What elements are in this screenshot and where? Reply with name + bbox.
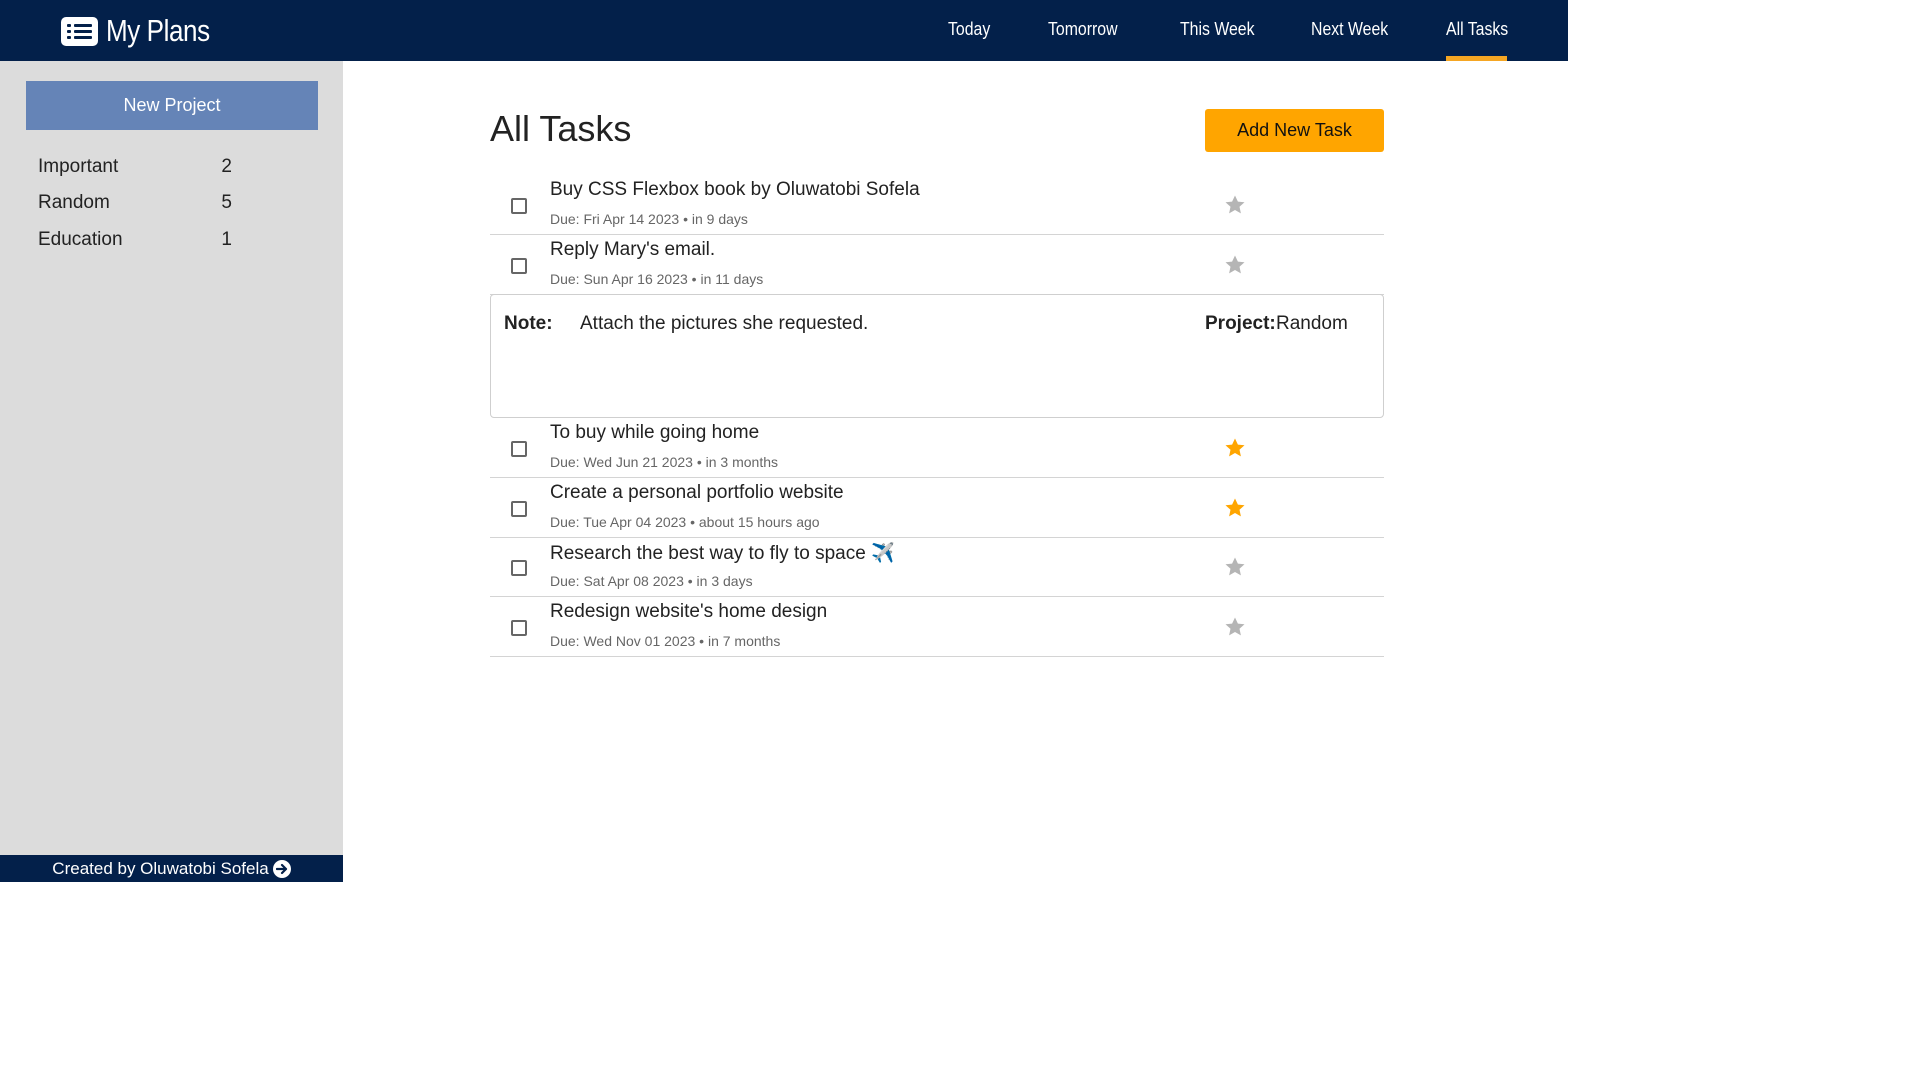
- task-row[interactable]: Buy CSS Flexbox book by Oluwatobi Sofela…: [490, 175, 1384, 235]
- task-row[interactable]: Create a personal portfolio website Due: …: [490, 478, 1384, 538]
- sidebar-item-important[interactable]: Important 2: [38, 156, 238, 182]
- task-row[interactable]: To buy while going home Due: Wed Jun 21 2…: [490, 418, 1384, 478]
- task-title[interactable]: Create a personal portfolio website: [550, 482, 844, 504]
- task-checkbox[interactable]: [511, 620, 527, 636]
- task-row[interactable]: Redesign website's home design Due: Wed N…: [490, 597, 1384, 657]
- nav-all-tasks[interactable]: All Tasks: [1446, 19, 1508, 40]
- note-text: Attach the pictures she requested.: [580, 313, 869, 334]
- star-icon[interactable]: [1224, 497, 1246, 519]
- footer-credit: Created by Oluwatobi Sofela: [52, 858, 269, 878]
- top-nav-bar: My Plans Today Tomorrow This Week Next W…: [0, 0, 1568, 61]
- task-note-panel: Note: Attach the pictures she requested.…: [490, 294, 1384, 418]
- task-checkbox[interactable]: [511, 501, 527, 517]
- project-name: Education: [38, 229, 123, 250]
- list-icon: [61, 16, 98, 46]
- task-checkbox[interactable]: [511, 441, 527, 457]
- sidebar-item-random[interactable]: Random 5: [38, 192, 238, 218]
- task-title[interactable]: Reply Mary's email.: [550, 239, 715, 261]
- task-due-date: Due: Wed Nov 01 2023 • in 7 months: [550, 633, 781, 649]
- nav-active-indicator: [1446, 56, 1507, 61]
- star-icon[interactable]: [1224, 254, 1246, 276]
- note-label: Note:: [504, 313, 553, 334]
- nav-next-week[interactable]: Next Week: [1311, 19, 1388, 40]
- task-title[interactable]: To buy while going home: [550, 422, 759, 444]
- note-project-value: Random: [1276, 313, 1348, 334]
- new-project-button[interactable]: New Project: [26, 81, 318, 130]
- task-checkbox[interactable]: [511, 198, 527, 214]
- task-due-date: Due: Wed Jun 21 2023 • in 3 months: [550, 454, 779, 470]
- add-new-task-button[interactable]: Add New Task: [1205, 109, 1384, 152]
- project-count: 1: [221, 229, 232, 250]
- task-due-date: Due: Fri Apr 14 2023 • in 9 days: [550, 211, 748, 227]
- arrow-right-circle-icon[interactable]: [272, 859, 291, 878]
- star-icon[interactable]: [1224, 616, 1246, 638]
- task-row[interactable]: Reply Mary's email. Due: Sun Apr 16 2023 …: [490, 235, 1384, 295]
- task-checkbox[interactable]: [511, 560, 527, 576]
- sidebar: New Project Important 2 Random 5 Educati…: [0, 61, 343, 882]
- task-row[interactable]: Research the best way to fly to space ✈️…: [490, 537, 1384, 597]
- star-icon[interactable]: [1224, 194, 1246, 216]
- task-checkbox[interactable]: [511, 258, 527, 274]
- task-due-date: Due: Sat Apr 08 2023 • in 3 days: [550, 573, 753, 589]
- task-due-date: Due: Tue Apr 04 2023 • about 15 hours ag…: [550, 514, 820, 530]
- nav-today[interactable]: Today: [948, 19, 990, 40]
- project-count: 5: [221, 192, 232, 213]
- star-icon[interactable]: [1224, 556, 1246, 578]
- sidebar-item-education[interactable]: Education 1: [38, 229, 238, 255]
- note-project-label: Project:: [1205, 313, 1276, 334]
- page-title: All Tasks: [490, 108, 632, 149]
- brand[interactable]: My Plans: [61, 13, 229, 49]
- project-name: Random: [38, 192, 110, 213]
- star-icon[interactable]: [1224, 437, 1246, 459]
- task-title[interactable]: Buy CSS Flexbox book by Oluwatobi Sofela: [550, 179, 920, 201]
- sidebar-footer: Created by Oluwatobi Sofela: [0, 855, 343, 882]
- nav-tomorrow[interactable]: Tomorrow: [1048, 19, 1118, 40]
- task-title[interactable]: Redesign website's home design: [550, 601, 827, 623]
- task-title[interactable]: Research the best way to fly to space ✈️: [550, 541, 895, 565]
- app-title: My Plans: [106, 13, 210, 48]
- project-count: 2: [221, 156, 232, 177]
- nav-this-week[interactable]: This Week: [1180, 19, 1255, 40]
- project-name: Important: [38, 156, 119, 177]
- task-due-date: Due: Sun Apr 16 2023 • in 11 days: [550, 271, 764, 287]
